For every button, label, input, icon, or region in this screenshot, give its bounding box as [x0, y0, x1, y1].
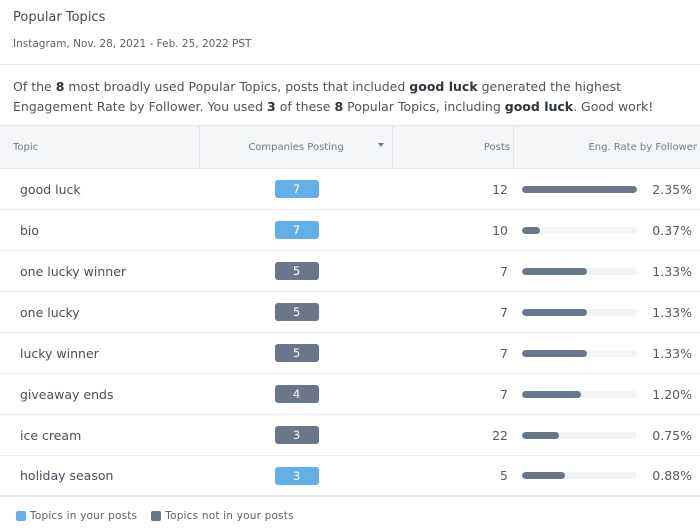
eng-rate-bar-fill: [522, 472, 566, 479]
legend-label: Topics not in your posts: [165, 510, 294, 522]
eng-rate-bar: [522, 185, 637, 193]
companies-cell: 5: [200, 303, 393, 321]
legend-item-in-posts: Topics in your posts: [16, 510, 137, 522]
posts-count: 22: [492, 427, 508, 443]
date-range-subtitle: Instagram, Nov. 28, 2021 - Feb. 25, 2022…: [13, 38, 252, 50]
topic-name: holiday season: [20, 468, 114, 483]
legend-swatch-gray: [151, 511, 162, 521]
topic-name: ice cream: [20, 427, 82, 443]
companies-posting-badge: 5: [274, 344, 319, 362]
summary-text-part: most broadly used Popular Topics, posts …: [64, 79, 410, 94]
summary-text-part: . Good work!: [573, 99, 654, 114]
eng-rate-bar: [522, 390, 637, 398]
table-row[interactable]: holiday season 3 5 0.88%: [0, 456, 700, 497]
legend: Topics in your posts Topics not in your …: [0, 500, 700, 532]
eng-rate-value: 1.33%: [652, 263, 692, 279]
companies-cell: 7: [200, 180, 393, 198]
legend-swatch-blue: [16, 511, 26, 521]
eng-rate-bar-fill: [522, 431, 559, 439]
eng-rate-bar-fill: [522, 349, 588, 357]
card-title: Popular Topics: [13, 10, 106, 25]
posts-count: 7: [500, 304, 508, 320]
companies-posting-badge: 4: [274, 385, 319, 403]
card-header: Popular Topics Instagram, Nov. 28, 2021 …: [0, 0, 700, 65]
companies-cell: 3: [200, 426, 393, 444]
posts-count: 5: [500, 468, 508, 483]
topic-name: one lucky winner: [20, 263, 127, 279]
eng-rate-value: 0.37%: [652, 222, 692, 238]
table-row[interactable]: one lucky winner 5 7 1.33%: [0, 251, 700, 292]
companies-cell: 4: [200, 385, 393, 403]
eng-rate-bar: [522, 431, 637, 439]
table-header: Topic Companies Posting Posts Eng. Rate …: [0, 126, 700, 169]
eng-rate-value: 2.35%: [652, 181, 692, 197]
topic-name: giveaway ends: [20, 386, 114, 402]
summary-text-part: Of the: [13, 79, 56, 94]
summary-text: Of the 8 most broadly used Popular Topic…: [0, 65, 700, 126]
topic-name: one lucky: [20, 304, 80, 320]
posts-count: 7: [500, 386, 508, 402]
companies-posting-badge: 7: [274, 221, 319, 239]
eng-rate-value: 1.20%: [652, 386, 692, 402]
topic-name: bio: [20, 222, 40, 238]
eng-rate-bar: [522, 226, 637, 234]
table-row[interactable]: ice cream 3 22 0.75%: [0, 415, 700, 456]
summary-text-part: Popular Topics, including: [343, 99, 505, 114]
column-header-label: Companies Posting: [248, 141, 344, 153]
companies-posting-badge: 3: [274, 466, 319, 485]
posts-count: 7: [500, 263, 508, 279]
column-header-eng-rate[interactable]: Eng. Rate by Follower: [514, 126, 700, 168]
companies-cell: 3: [200, 466, 393, 485]
table-row[interactable]: bio 7 10 0.37%: [0, 210, 700, 251]
caret-down-icon[interactable]: [378, 143, 384, 147]
posts-count: 10: [492, 222, 508, 238]
eng-rate-bar: [522, 267, 637, 275]
eng-rate-bar-fill: [522, 185, 637, 193]
eng-rate-bar-fill: [522, 308, 588, 316]
table-row[interactable]: one lucky 5 7 1.33%: [0, 292, 700, 333]
eng-rate-value: 1.33%: [652, 304, 692, 320]
eng-rate-bar: [522, 472, 637, 479]
table-row[interactable]: giveaway ends 4 7 1.20%: [0, 374, 700, 415]
table-body: good luck 7 12 2.35% bio 7 10 0.37% one lucky wi…: [0, 169, 700, 497]
column-header-topic[interactable]: Topic: [0, 126, 200, 168]
summary-text-part: of these: [275, 99, 335, 114]
companies-cell: 5: [200, 344, 393, 362]
topic-name: lucky winner: [20, 345, 99, 361]
table-row[interactable]: lucky winner 5 7 1.33%: [0, 333, 700, 374]
legend-item-not-in-posts: Topics not in your posts: [151, 510, 294, 522]
table-row[interactable]: good luck 7 12 2.35%: [0, 169, 700, 210]
summary-bold: 3: [267, 99, 276, 114]
companies-cell: 7: [200, 221, 393, 239]
eng-rate-bar-fill: [522, 390, 581, 398]
summary-bold: good luck: [504, 99, 574, 114]
posts-count: 12: [492, 181, 508, 197]
eng-rate-value: 1.33%: [652, 345, 692, 361]
eng-rate-bar: [522, 349, 637, 357]
column-header-posts[interactable]: Posts: [393, 126, 514, 168]
companies-posting-badge: 5: [274, 303, 319, 321]
eng-rate-value: 0.75%: [652, 427, 692, 443]
summary-bold: 8: [334, 99, 344, 114]
column-header-companies-posting[interactable]: Companies Posting: [200, 126, 393, 168]
eng-rate-bar-fill: [522, 226, 541, 234]
eng-rate-value: 0.88%: [652, 468, 692, 483]
topic-name: good luck: [20, 181, 81, 197]
companies-posting-badge: 5: [274, 262, 319, 280]
companies-cell: 5: [200, 262, 393, 280]
legend-label: Topics in your posts: [30, 510, 138, 522]
posts-count: 7: [500, 345, 508, 361]
companies-posting-badge: 7: [274, 180, 319, 198]
eng-rate-bar: [522, 308, 637, 316]
companies-posting-badge: 3: [274, 426, 319, 444]
summary-bold: good luck: [409, 79, 478, 94]
eng-rate-bar-fill: [522, 267, 588, 275]
